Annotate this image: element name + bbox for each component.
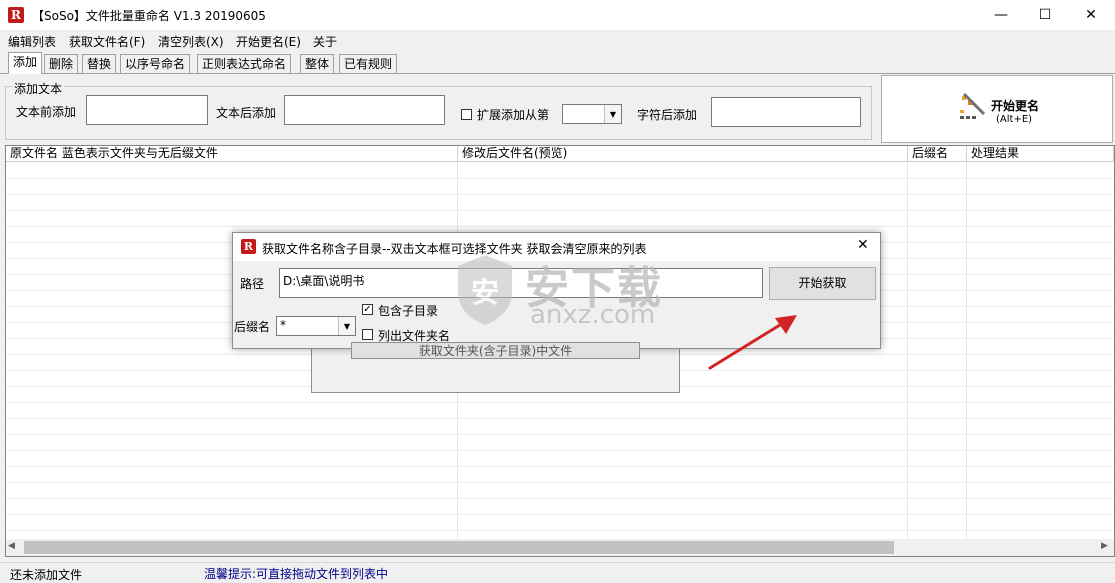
get-folder-files-button[interactable]: 获取文件夹(含子目录)中文件 xyxy=(351,342,640,359)
grid-row-line xyxy=(6,194,1114,195)
add-text-group-title: 添加文本 xyxy=(12,80,65,97)
before-text-label: 文本前添加 xyxy=(16,105,77,119)
grid-row-line xyxy=(6,210,1114,211)
after-char-input[interactable] xyxy=(711,97,861,127)
scroll-right-arrow-icon[interactable]: ▶ xyxy=(1101,541,1108,551)
start-fetch-button[interactable]: 开始获取 xyxy=(769,267,876,300)
dialog-app-icon: R xyxy=(241,239,256,254)
window-title: 【SoSo】文件批量重命名 V1.3 20190605 xyxy=(32,9,266,23)
start-rename-shortcut: (Alt+E) xyxy=(996,114,1033,125)
tab-replace[interactable]: 替换 xyxy=(82,54,117,73)
column-result[interactable]: 处理结果 xyxy=(967,146,1114,162)
grid-col-line xyxy=(907,162,908,540)
suffix-label: 后缀名 xyxy=(234,320,271,334)
after-char-label: 字符后添加 xyxy=(637,108,698,122)
tab-regex-rename[interactable]: 正则表达式命名 xyxy=(197,54,292,73)
watermark-text-en: anxz.com xyxy=(530,300,656,330)
include-subdirs-label: 包含子目录 xyxy=(378,304,439,318)
grid-row-line xyxy=(6,450,1114,451)
include-subdirs-checkbox[interactable]: ✓ xyxy=(362,304,373,315)
menu-start-rename[interactable]: 开始更名(E) xyxy=(236,33,301,50)
path-label: 路径 xyxy=(240,277,265,291)
tab-whole[interactable]: 整体 xyxy=(300,54,335,73)
menu-clear-list[interactable]: 清空列表(X) xyxy=(158,33,224,50)
tab-add[interactable]: 添加 xyxy=(8,52,43,74)
after-text-input[interactable] xyxy=(284,95,445,125)
grid-row-line xyxy=(6,514,1114,515)
status-tip: 温馨提示:可直接拖动文件到列表中 xyxy=(204,567,389,581)
column-suffix[interactable]: 后缀名 xyxy=(908,146,967,162)
status-file-count: 还未添加文件 xyxy=(10,568,83,582)
after-text-label: 文本后添加 xyxy=(216,106,277,120)
column-original-name[interactable]: 原文件名 蓝色表示文件夹与无后缀文件 xyxy=(6,146,458,162)
path-input[interactable]: D:\桌面\说明书 xyxy=(279,268,763,298)
grid-row-line xyxy=(6,178,1114,179)
tab-delete[interactable]: 删除 xyxy=(44,54,79,73)
scrollbar-thumb[interactable] xyxy=(24,541,894,554)
grid-row-line xyxy=(6,530,1114,531)
watermark-shield-icon: 安 xyxy=(458,255,512,325)
tab-existing-rules[interactable]: 已有规则 xyxy=(339,54,398,73)
grid-row-line xyxy=(6,418,1114,419)
dialog-close-button[interactable]: ✕ xyxy=(857,237,869,253)
svg-text:安: 安 xyxy=(471,276,499,309)
list-folder-names-checkbox[interactable] xyxy=(362,329,373,340)
char-index-combo[interactable]: ▼ xyxy=(562,104,622,124)
start-rename-label: 开始更名 xyxy=(991,99,1040,113)
suffix-combo[interactable]: * ▼ xyxy=(276,316,356,336)
scroll-left-arrow-icon[interactable]: ◀ xyxy=(8,541,15,551)
path-value: D:\桌面\说明书 xyxy=(283,274,365,288)
chevron-down-icon[interactable]: ▼ xyxy=(604,105,621,123)
grid-row-line xyxy=(6,402,1114,403)
before-text-input[interactable] xyxy=(86,95,208,125)
extend-add-checkbox[interactable] xyxy=(461,109,472,120)
menu-about[interactable]: 关于 xyxy=(313,33,337,50)
chevron-down-icon[interactable]: ▼ xyxy=(338,317,355,335)
close-window-button[interactable]: ✕ xyxy=(1068,0,1114,30)
rename-wand-icon xyxy=(960,92,986,119)
grid-col-line xyxy=(966,162,967,540)
status-bar xyxy=(0,562,1115,583)
maximize-button[interactable]: ☐ xyxy=(1022,0,1068,30)
app-icon: R xyxy=(8,7,24,23)
grid-row-line xyxy=(6,498,1114,499)
grid-row-line xyxy=(6,434,1114,435)
extend-add-label: 扩展添加从第 xyxy=(477,108,550,122)
suffix-value: * xyxy=(280,318,286,332)
menu-edit-list[interactable]: 编辑列表 xyxy=(8,33,56,50)
column-new-name[interactable]: 修改后文件名(预览) xyxy=(458,146,908,162)
tab-sequence-rename[interactable]: 以序号命名 xyxy=(120,54,191,73)
grid-row-line xyxy=(6,466,1114,467)
grid-row-line xyxy=(6,482,1114,483)
grid-row-line xyxy=(6,226,1114,227)
annotation-arrow-icon xyxy=(708,315,797,370)
minimize-button[interactable]: — xyxy=(978,0,1024,30)
menu-get-filenames[interactable]: 获取文件名(F) xyxy=(69,33,145,50)
list-folder-names-label: 列出文件夹名 xyxy=(378,329,451,343)
